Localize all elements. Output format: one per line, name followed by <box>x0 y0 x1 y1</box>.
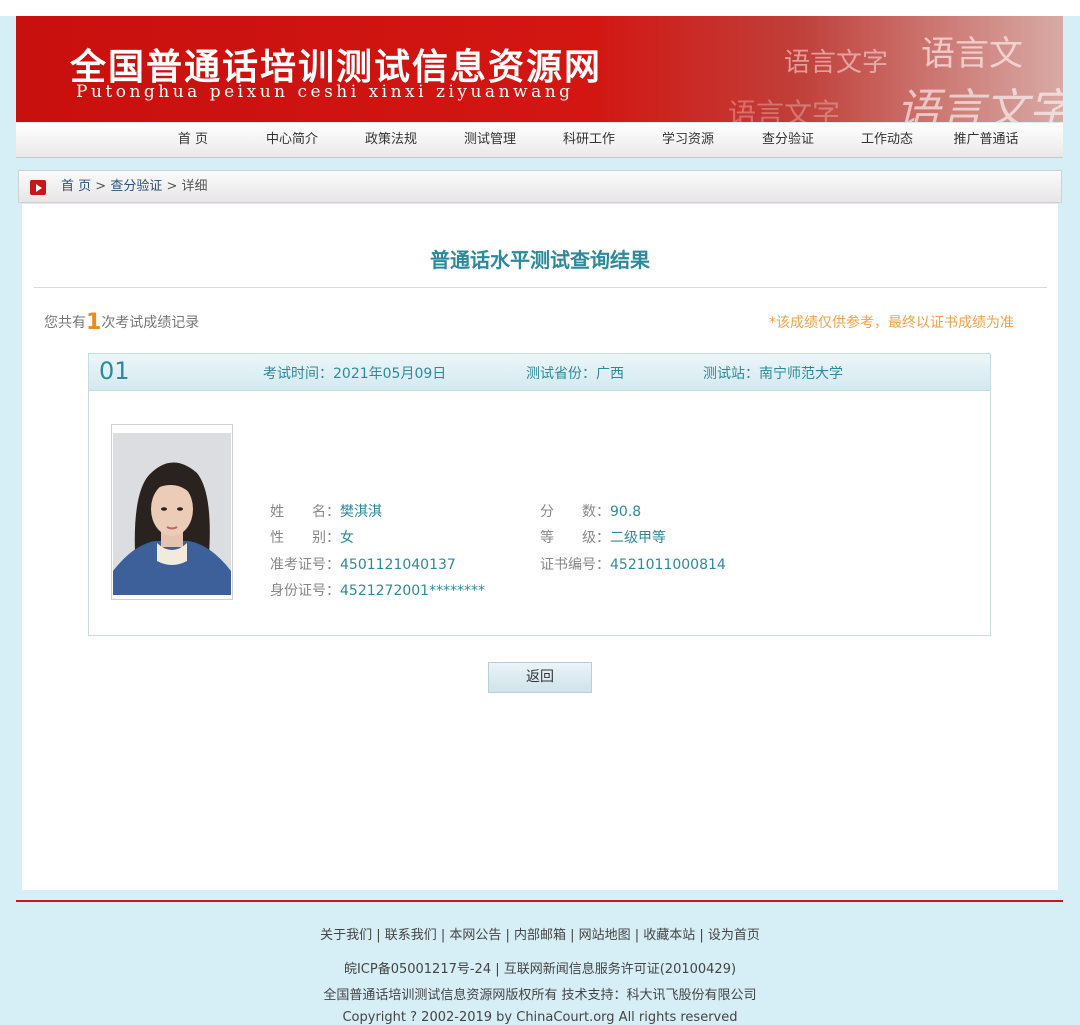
score-value: 90.8 <box>610 504 642 520</box>
level-label: 等 级： <box>540 530 610 546</box>
score: 分 数：90.8 <box>540 501 641 521</box>
candidate-name: 姓 名：樊淇淇 <box>270 501 382 521</box>
nav-test-management[interactable]: 测试管理 <box>445 123 535 157</box>
banner-calligraphy-4: 语言文字 <box>896 85 1063 122</box>
footer-rights: 全国普通话培训测试信息资源网版权所有 技术支持：科大讯飞股份有限公司 <box>323 988 757 1003</box>
breadcrumb-score-verify-link[interactable]: 查分验证 <box>110 179 162 194</box>
record-number: 01 <box>99 357 130 385</box>
portrait-image <box>113 433 231 595</box>
nav-score-verify[interactable]: 查分验证 <box>743 123 833 157</box>
id-value: 4521272001******** <box>340 583 486 599</box>
record-count-number: 1 <box>86 310 102 335</box>
score-notice: *该成绩仅供参考，最终以证书成绩为准 <box>769 315 1014 331</box>
main-nav: 首 页 中心简介 政策法规 测试管理 科研工作 学习资源 查分验证 工作动态 推… <box>16 123 1063 158</box>
footer-copyright: Copyright ? 2002-2019 by ChinaCourt.org … <box>342 1010 738 1025</box>
ticket-label: 准考证号： <box>270 557 340 573</box>
nav-news[interactable]: 工作动态 <box>842 123 932 157</box>
record-header: 01 考试时间：2021年05月09日 测试省份：广西 测试站：南宁师范大学 <box>89 354 990 391</box>
breadcrumb-separator: > <box>91 179 111 194</box>
test-station: 测试站：南宁师范大学 <box>703 363 843 383</box>
top-strip <box>0 0 1080 16</box>
breadcrumb: 首 页 > 查分验证 > 详细 <box>61 171 208 202</box>
record-count-prefix: 您共有 <box>44 315 86 331</box>
gender-label: 性 别： <box>270 530 340 546</box>
avatar <box>113 433 231 595</box>
footer-divider <box>16 900 1063 902</box>
id-label: 身份证号： <box>270 583 340 599</box>
footer-icp: 皖ICP备05001217号-24 | 互联网新闻信息服务许可证(2010042… <box>343 962 737 977</box>
divider <box>34 287 1047 288</box>
gender-value: 女 <box>340 530 354 546</box>
banner-calligraphy-3: 语言文字 <box>728 97 841 122</box>
record-count: 您共有1次考试成绩记录 <box>44 310 199 335</box>
site-title-pinyin: Putonghua peixun ceshi xinxi ziyuanwang <box>76 82 574 102</box>
test-station-label: 测试站： <box>703 366 759 382</box>
cert-label: 证书编号： <box>540 557 610 573</box>
page-title: 普通话水平测试查询结果 <box>430 248 650 272</box>
nav-research[interactable]: 科研工作 <box>544 123 634 157</box>
test-station-value: 南宁师范大学 <box>759 366 843 382</box>
level: 等 级：二级甲等 <box>540 527 666 547</box>
test-province-label: 测试省份： <box>526 366 596 382</box>
nav-learning[interactable]: 学习资源 <box>643 123 733 157</box>
breadcrumb-separator: > <box>162 179 182 194</box>
certificate-number: 证书编号：4521011000814 <box>540 554 726 574</box>
exam-time: 考试时间：2021年05月09日 <box>263 363 446 383</box>
footer-links[interactable]: 关于我们 | 联系我们 | 本网公告 | 内部邮箱 | 网站地图 | 收藏本站 … <box>0 924 1080 943</box>
result-panel: 普通话水平测试查询结果 您共有1次考试成绩记录 *该成绩仅供参考，最终以证书成绩… <box>22 204 1058 890</box>
exam-time-value: 2021年05月09日 <box>333 366 447 382</box>
candidate-photo <box>111 424 233 600</box>
nav-policy[interactable]: 政策法规 <box>346 123 436 157</box>
score-label: 分 数： <box>540 504 610 520</box>
breadcrumb-home-link[interactable]: 首 页 <box>61 179 91 194</box>
exam-time-label: 考试时间： <box>263 366 333 382</box>
name-label: 姓 名： <box>270 504 340 520</box>
breadcrumb-bar: 首 页 > 查分验证 > 详细 <box>18 170 1062 203</box>
banner-calligraphy-1: 语言文字 <box>784 48 889 78</box>
ticket-value: 4501121040137 <box>340 557 456 573</box>
banner-calligraphy-2: 语言文 <box>921 34 1023 74</box>
id-number: 身份证号：4521272001******** <box>270 580 485 600</box>
level-value: 二级甲等 <box>610 530 666 546</box>
back-button[interactable]: 返回 <box>488 662 592 693</box>
name-value: 樊淇淇 <box>340 504 382 520</box>
breadcrumb-current: 详细 <box>181 179 208 194</box>
candidate-gender: 性 别：女 <box>270 527 354 547</box>
nav-home[interactable]: 首 页 <box>148 123 238 157</box>
record-count-suffix: 次考试成绩记录 <box>101 315 200 331</box>
test-province-value: 广西 <box>596 366 624 382</box>
site-banner: 全国普通话培训测试信息资源网 Putonghua peixun ceshi xi… <box>16 16 1063 122</box>
nav-promote[interactable]: 推广普通话 <box>941 123 1031 157</box>
cert-value: 4521011000814 <box>610 557 726 573</box>
nav-center-intro[interactable]: 中心简介 <box>247 123 337 157</box>
play-icon <box>30 180 46 195</box>
test-province: 测试省份：广西 <box>526 363 624 383</box>
admission-ticket: 准考证号：4501121040137 <box>270 554 456 574</box>
score-record-card: 01 考试时间：2021年05月09日 测试省份：广西 测试站：南宁师范大学 姓… <box>88 353 991 636</box>
